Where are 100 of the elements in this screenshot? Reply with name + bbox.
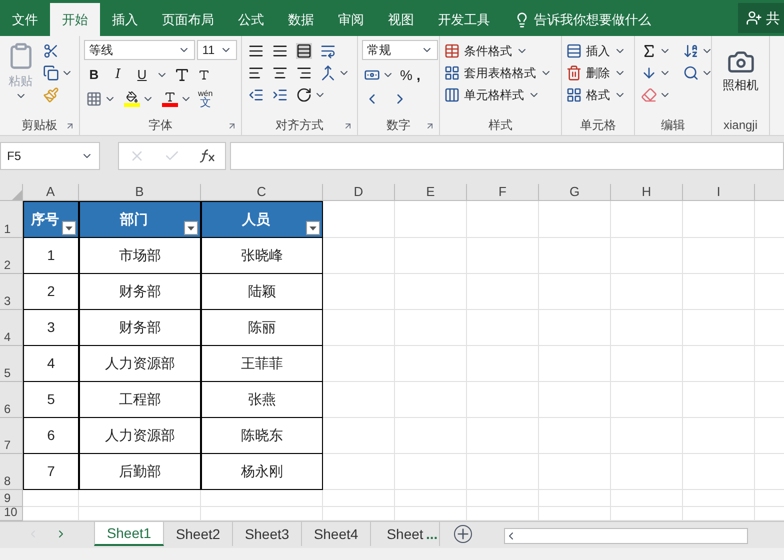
grid-cell[interactable] <box>683 382 755 418</box>
grid-cell[interactable] <box>395 201 467 238</box>
share-button[interactable]: 共 <box>738 3 784 33</box>
ribbon-tab[interactable]: 审阅 <box>326 3 376 36</box>
style-button[interactable]: 条件格式 <box>444 40 528 62</box>
cell-button[interactable]: 删除 <box>566 62 626 84</box>
style-button[interactable]: 单元格样式 <box>444 84 540 106</box>
grid-cell[interactable] <box>395 310 467 346</box>
row-header[interactable]: 6 <box>0 382 23 418</box>
grid-cell[interactable] <box>395 274 467 310</box>
grid-cell[interactable] <box>539 454 611 490</box>
underline-button[interactable]: U <box>132 65 152 85</box>
add-sheet-icon[interactable] <box>454 525 472 543</box>
grid-cell[interactable] <box>323 201 395 238</box>
filter-dropdown[interactable] <box>62 221 76 235</box>
grid-cell[interactable] <box>683 490 755 507</box>
ribbon-tab[interactable]: 视图 <box>376 3 426 36</box>
grid-cell[interactable] <box>323 238 395 274</box>
grid-cell[interactable] <box>467 346 539 382</box>
sheet-tab[interactable]: Sheet2 <box>164 522 233 546</box>
grid-cell[interactable] <box>539 346 611 382</box>
grid-cell[interactable] <box>683 274 755 310</box>
launcher-icon[interactable] <box>343 121 353 131</box>
grid-cell[interactable] <box>539 238 611 274</box>
row-header[interactable]: 8 <box>0 454 23 490</box>
ribbon-tab[interactable]: 开始 <box>50 3 100 36</box>
ribbon-tab[interactable]: 页面布局 <box>150 3 226 36</box>
grid-cell[interactable] <box>611 382 683 418</box>
grid-cell[interactable] <box>395 418 467 454</box>
column-header[interactable]: G <box>539 184 611 200</box>
percent-button[interactable]: % <box>400 64 412 86</box>
font-select[interactable]: 等线 <box>84 40 196 60</box>
grid-cell[interactable] <box>683 238 755 274</box>
grid-cell[interactable] <box>323 418 395 454</box>
camera-button[interactable]: 照相机 <box>716 48 765 94</box>
grid-cell[interactable] <box>467 490 539 507</box>
tell-me-search[interactable]: 告诉我你想要做什么 <box>514 3 651 36</box>
launcher-icon[interactable] <box>65 121 75 131</box>
bold-button[interactable]: B <box>84 65 104 85</box>
grid-cell[interactable] <box>395 238 467 274</box>
font-size-select[interactable]: 11 <box>197 40 237 60</box>
column-header[interactable]: B <box>79 184 201 200</box>
grid-cell[interactable] <box>611 454 683 490</box>
grid-cell[interactable] <box>683 346 755 382</box>
filter-dropdown[interactable] <box>184 221 198 235</box>
column-header[interactable]: A <box>23 184 79 200</box>
grid-cell[interactable] <box>611 346 683 382</box>
row-header[interactable]: 3 <box>0 274 23 310</box>
grid-cell[interactable] <box>323 346 395 382</box>
ribbon-tab[interactable]: 数据 <box>276 3 326 36</box>
grid-cell[interactable] <box>395 454 467 490</box>
grid-cell[interactable] <box>539 382 611 418</box>
grid-cell[interactable] <box>539 490 611 507</box>
column-header[interactable]: E <box>395 184 467 200</box>
sheet-tab[interactable]: Sheet1 <box>94 522 164 546</box>
filter-dropdown[interactable] <box>306 221 320 235</box>
grid-cell[interactable] <box>611 274 683 310</box>
grid-cell[interactable] <box>539 418 611 454</box>
cell-button[interactable]: 插入 <box>566 40 626 62</box>
column-header[interactable]: H <box>611 184 683 200</box>
grid-cell[interactable] <box>323 490 395 507</box>
ribbon-tab[interactable]: 文件 <box>0 3 50 36</box>
sheet-tab[interactable]: Sheet4 <box>302 522 371 546</box>
column-header[interactable]: D <box>323 184 395 200</box>
ribbon-tab[interactable]: 插入 <box>100 3 150 36</box>
number-format-select[interactable]: 常规 <box>362 40 438 60</box>
grid-cell[interactable] <box>395 382 467 418</box>
name-box[interactable]: F5 <box>0 142 100 170</box>
grid-cell[interactable] <box>683 418 755 454</box>
cell-button[interactable]: 格式 <box>566 84 626 106</box>
style-button[interactable]: 套用表格格式 <box>444 62 552 84</box>
horizontal-scrollbar[interactable] <box>504 528 748 544</box>
comma-button[interactable]: , <box>416 64 420 86</box>
grid-cell[interactable] <box>611 238 683 274</box>
grid-cell[interactable] <box>611 490 683 507</box>
grid-cell[interactable] <box>539 310 611 346</box>
formula-input[interactable] <box>230 142 784 170</box>
row-header[interactable]: 9 <box>0 490 23 507</box>
row-header[interactable]: 4 <box>0 310 23 346</box>
row-header[interactable]: 10 <box>0 507 23 521</box>
grid-cell[interactable] <box>539 201 611 238</box>
column-header[interactable]: I <box>683 184 755 200</box>
grid-cell[interactable] <box>79 490 201 507</box>
italic-button[interactable]: I <box>108 65 128 85</box>
grid-cell[interactable] <box>467 274 539 310</box>
grid-cell[interactable] <box>683 201 755 238</box>
grid-cell[interactable] <box>611 201 683 238</box>
sheet-tab[interactable]: Sheet3 <box>233 522 302 546</box>
launcher-icon[interactable] <box>227 121 237 131</box>
grid-cell[interactable] <box>467 238 539 274</box>
grid-cell[interactable] <box>323 274 395 310</box>
grid-cell[interactable] <box>201 490 323 507</box>
grid-cell[interactable] <box>539 274 611 310</box>
grid-cell[interactable] <box>611 310 683 346</box>
grid-cell[interactable] <box>467 418 539 454</box>
ribbon-tab[interactable]: 开发工具 <box>426 3 502 36</box>
grid-cell[interactable] <box>467 454 539 490</box>
column-header[interactable]: C <box>201 184 323 200</box>
row-header[interactable]: 2 <box>0 238 23 274</box>
launcher-icon[interactable] <box>425 121 435 131</box>
